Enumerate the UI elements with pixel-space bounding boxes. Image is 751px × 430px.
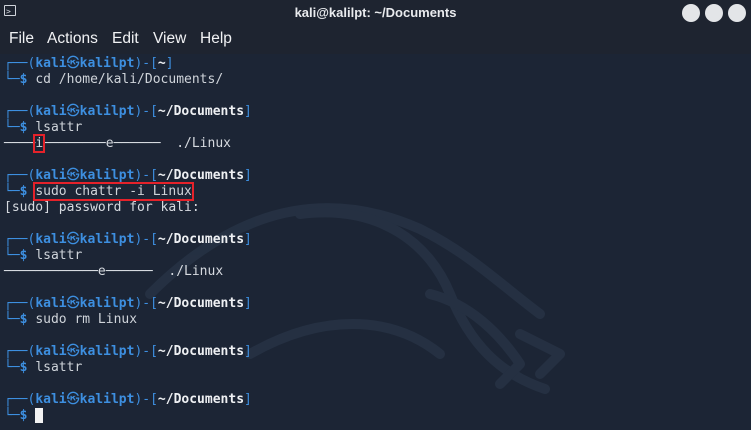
prompt-at-icon: ㉿ — [66, 344, 80, 359]
prompt-line-1: ┌──(kali㉿kalilpt)-[~] — [4, 56, 174, 71]
command-text: cd /home/kali/Documents/ — [35, 72, 224, 87]
prompt-dir: ~/Documents — [157, 232, 245, 247]
command-line-5: └─$ sudo rm Linux — [4, 312, 138, 327]
prompt-dir: ~/Documents — [157, 168, 245, 183]
minimize-button[interactable] — [682, 4, 700, 22]
command-line-6: └─$ lsattr — [4, 360, 83, 375]
prompt-dir: ~/Documents — [157, 392, 245, 407]
command-text: sudo rm Linux — [35, 312, 138, 327]
prompt-line-7: ┌──(kali㉿kalilpt)-[~/Documents] — [4, 392, 252, 407]
prompt-dollar: $ — [19, 120, 28, 135]
output-filename: ./Linux — [168, 264, 224, 279]
prompt-line-5: ┌──(kali㉿kalilpt)-[~/Documents] — [4, 296, 252, 311]
close-button[interactable] — [728, 4, 746, 22]
output-line-lsattr-2: ────────────e────── ./Linux — [4, 264, 224, 279]
prompt-at-icon: ㉿ — [66, 232, 80, 247]
prompt-dollar: $ — [19, 408, 28, 423]
prompt-host: kalilpt — [79, 232, 135, 247]
prompt-at-icon: ㉿ — [66, 56, 80, 71]
prompt-host: kalilpt — [79, 344, 135, 359]
window-title: kali@kalilpt: ~/Documents — [294, 5, 457, 20]
prompt-at-icon: ㉿ — [66, 392, 80, 407]
prompt-host: kalilpt — [79, 168, 135, 183]
menu-edit[interactable]: Edit — [112, 30, 139, 48]
prompt-dollar: $ — [19, 360, 28, 375]
prompt-at-icon: ㉿ — [66, 296, 80, 311]
title-bar: >_ kali@kalilpt: ~/Documents — [0, 0, 751, 26]
command-line-3: └─$ sudo chattr -i Linux — [4, 182, 194, 201]
prompt-dollar: $ — [19, 184, 28, 199]
prompt-line-4: ┌──(kali㉿kalilpt)-[~/Documents] — [4, 232, 252, 247]
prompt-line-2: ┌──(kali㉿kalilpt)-[~/Documents] — [4, 104, 252, 119]
prompt-dollar: $ — [19, 312, 28, 327]
prompt-user: kali — [35, 392, 67, 407]
output-filename: ./Linux — [176, 136, 231, 151]
prompt-dir: ~ — [157, 56, 166, 71]
prompt-line-6: ┌──(kali㉿kalilpt)-[~/Documents] — [4, 344, 252, 359]
prompt-host: kalilpt — [79, 56, 135, 71]
prompt-dir: ~/Documents — [157, 296, 245, 311]
menu-help[interactable]: Help — [200, 30, 232, 48]
menu-file[interactable]: File — [9, 30, 34, 48]
terminal-area[interactable]: ┌──(kali㉿kalilpt)-[~] └─$ cd /home/kali/… — [0, 54, 751, 430]
prompt-line-3: ┌──(kali㉿kalilpt)-[~/Documents] — [4, 168, 252, 183]
prompt-dollar: $ — [19, 72, 28, 87]
text-cursor — [35, 408, 44, 423]
prompt-at-icon: ㉿ — [66, 168, 80, 183]
prompt-user: kali — [35, 168, 67, 183]
menu-view[interactable]: View — [153, 30, 186, 48]
prompt-user: kali — [35, 56, 67, 71]
command-text: lsattr — [35, 360, 83, 375]
menu-bar: File Actions Edit View Help — [0, 26, 751, 54]
prompt-user: kali — [35, 344, 67, 359]
command-line-7[interactable]: └─$ — [4, 408, 44, 424]
prompt-at-icon: ㉿ — [66, 104, 80, 119]
output-line-lsattr-1: ────i────────e────── ./Linux — [4, 134, 231, 153]
prompt-dir: ~/Documents — [157, 344, 245, 359]
maximize-button[interactable] — [705, 4, 723, 22]
prompt-dir: ~/Documents — [157, 104, 245, 119]
prompt-host: kalilpt — [79, 104, 135, 119]
prompt-host: kalilpt — [79, 392, 135, 407]
menu-actions[interactable]: Actions — [47, 30, 98, 48]
prompt-host: kalilpt — [79, 296, 135, 311]
command-line-4: └─$ lsattr — [4, 248, 83, 263]
immutable-attr-highlight: i — [33, 134, 46, 153]
prompt-user: kali — [35, 104, 67, 119]
output-line-sudo: [sudo] password for kali: — [4, 200, 200, 215]
command-line-1: └─$ cd /home/kali/Documents/ — [4, 72, 224, 87]
command-highlight: sudo chattr -i Linux — [33, 182, 194, 201]
command-text: lsattr — [35, 248, 83, 263]
prompt-user: kali — [35, 232, 67, 247]
prompt-dollar: $ — [19, 248, 28, 263]
command-text: lsattr — [35, 120, 83, 135]
command-line-2: └─$ lsattr — [4, 120, 83, 135]
prompt-user: kali — [35, 296, 67, 311]
